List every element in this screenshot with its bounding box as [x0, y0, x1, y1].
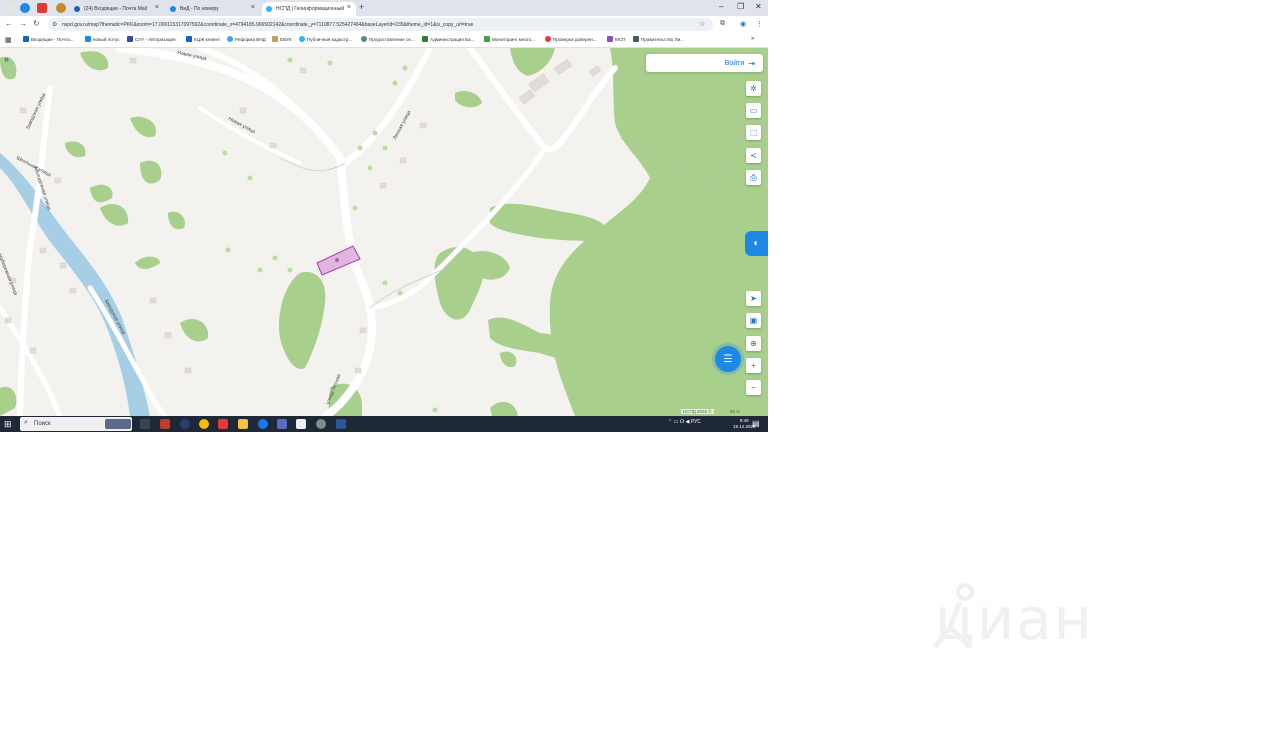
tab-nspd[interactable]: НСПД | Геоинформационный × [262, 2, 356, 16]
watermark-logo: циан [935, 585, 1094, 653]
vid-favicon-icon [170, 6, 176, 12]
more-bookmarks-button[interactable]: » [751, 36, 754, 42]
pinned-tab-app-icon[interactable] [56, 3, 66, 13]
my-location-button[interactable]: ➤ [746, 291, 761, 306]
minimize-button[interactable]: – [719, 2, 723, 11]
forward-button[interactable]: → [19, 19, 27, 28]
notifications-icon[interactable]: ▤ [752, 419, 760, 428]
new-tab-button[interactable]: + [359, 2, 364, 12]
layers-button[interactable]: ✲ [746, 81, 761, 96]
side-panel-tab-icon[interactable]: ◐ [745, 231, 768, 256]
bookmark-item[interactable]: Публичная кадастр... [299, 36, 352, 42]
search-placeholder: Поиск [34, 421, 51, 427]
tab-mail-label: (24) Входящие - Почта Mail [84, 6, 147, 12]
bookmarks-bar: ▦ Входящие - Почта... новый лотус СУУ - … [0, 33, 768, 48]
bookmark-item[interactable]: ЕВУК [272, 36, 292, 42]
tab-vid-label: ВиД - По номеру [180, 6, 219, 12]
tab-nspd-label: НСПД | Геоинформационный [276, 6, 345, 12]
yandex-browser-icon[interactable] [180, 419, 190, 429]
tab-mail[interactable]: (24) Входящие - Почта Mail × [70, 2, 164, 16]
bookmark-item[interactable]: МСП [607, 36, 625, 42]
bookmark-item[interactable]: Администрация Ба... [422, 36, 474, 42]
map-scale: 50 m [730, 409, 741, 414]
close-tab-icon[interactable]: × [347, 4, 351, 11]
word-icon[interactable] [336, 419, 346, 429]
task-view-icon[interactable] [140, 419, 150, 429]
print-button[interactable]: ⎙ [746, 170, 761, 185]
extensions-icon[interactable]: ⧉ [720, 20, 725, 28]
map-viewport[interactable]: Новая улица Новая улица Лесная улица Зав… [0, 48, 768, 416]
zoom-in-button[interactable]: + [746, 358, 761, 373]
zoom-out-button[interactable]: − [746, 380, 761, 395]
bookmark-item[interactable]: Мониторинг много... [484, 36, 535, 42]
restore-button[interactable]: ❐ [737, 2, 744, 11]
map-canvas [0, 48, 768, 416]
close-tab-icon[interactable]: × [251, 4, 255, 11]
basemap-button[interactable]: ▣ [746, 313, 761, 328]
document-icon[interactable] [296, 419, 306, 429]
login-label: Войти [724, 59, 745, 67]
address-bar[interactable]: ⚙ nspd.gov.ru/map?thematic=PKK&zoom=17.0… [48, 18, 713, 31]
bookmark-item[interactable]: СУУ - Авторизация [127, 36, 176, 42]
select-area-button[interactable]: ⬚ [746, 125, 761, 140]
youtube-icon[interactable] [218, 419, 228, 429]
bookmark-item[interactable]: новый лотус [85, 36, 120, 42]
profile-icon[interactable]: ◉ [740, 20, 746, 28]
pinned-tab-mail-ru-icon[interactable] [37, 3, 47, 13]
app-gear-icon[interactable] [316, 419, 326, 429]
bookmark-item[interactable]: Правительство Ли... [633, 36, 684, 42]
zoom-to-object-button[interactable]: ⊕ [746, 336, 761, 351]
reload-button[interactable]: ↻ [33, 19, 40, 28]
bookmark-star-icon[interactable]: ☆ [699, 20, 705, 28]
mail-favicon-icon [74, 6, 80, 12]
browser-toolbar: ← → ↻ ⚙ nspd.gov.ru/map?thematic=PKK&zoo… [0, 16, 768, 33]
bookmark-item[interactable]: Входящие - Почта... [23, 36, 73, 42]
bookmark-item[interactable]: КЦЖ клиент [186, 36, 220, 42]
bookmark-item[interactable]: Проверка доверен... [545, 36, 597, 42]
map-attribution: НСПД 2025 © [681, 409, 714, 414]
facebook-icon[interactable] [258, 419, 268, 429]
bookmark-item[interactable]: Реформа ВНД [227, 36, 266, 42]
start-button-icon[interactable]: ⊞ [4, 419, 12, 430]
file-explorer-icon[interactable] [238, 419, 248, 429]
share-button[interactable]: ≺ [746, 148, 761, 163]
tab-vid[interactable]: ВиД - По номеру × [166, 2, 260, 16]
close-tab-icon[interactable]: × [155, 4, 159, 11]
measure-button[interactable]: ▭ [746, 103, 761, 118]
nspd-favicon-icon [266, 6, 272, 12]
windows-taskbar: ⊞ ⌕ Поиск ⌃ ▭ ☊ ◀ РУС 9:49 19.12.2025 ▤ [0, 416, 768, 432]
expand-panel-icon[interactable]: » [4, 54, 9, 64]
login-icon: ⇥ [748, 58, 755, 68]
pinned-tab-mail-icon[interactable] [20, 3, 30, 13]
app-icon[interactable] [160, 419, 170, 429]
chrome-icon[interactable] [199, 419, 209, 429]
menu-icon[interactable]: ⋮ [756, 20, 763, 28]
app-save-icon[interactable] [277, 419, 287, 429]
url-text: nspd.gov.ru/map?thematic=PKK&zoom=17.000… [62, 21, 474, 28]
language-indicator[interactable]: РУС [691, 419, 701, 425]
tab-list-icon[interactable] [5, 3, 15, 13]
back-button[interactable]: ← [5, 19, 13, 28]
chat-icon[interactable]: ☰ [715, 346, 741, 372]
system-tray[interactable]: ⌃ ▭ ☊ ◀ РУС [668, 419, 701, 425]
tab-strip: (24) Входящие - Почта Mail × ВиД - По но… [0, 0, 768, 16]
widgets-icon[interactable] [105, 419, 131, 429]
bookmark-item[interactable]: Предоставление се... [361, 36, 415, 42]
login-button[interactable]: Войти ⇥ [646, 54, 763, 72]
site-info-icon[interactable]: ⚙ [52, 21, 57, 28]
apps-grid-icon[interactable]: ▦ [5, 36, 12, 44]
search-icon: ⌕ [24, 419, 28, 426]
close-window-button[interactable]: ✕ [755, 2, 762, 11]
screen: (24) Входящие - Почта Mail × ВиД - По но… [0, 0, 768, 432]
